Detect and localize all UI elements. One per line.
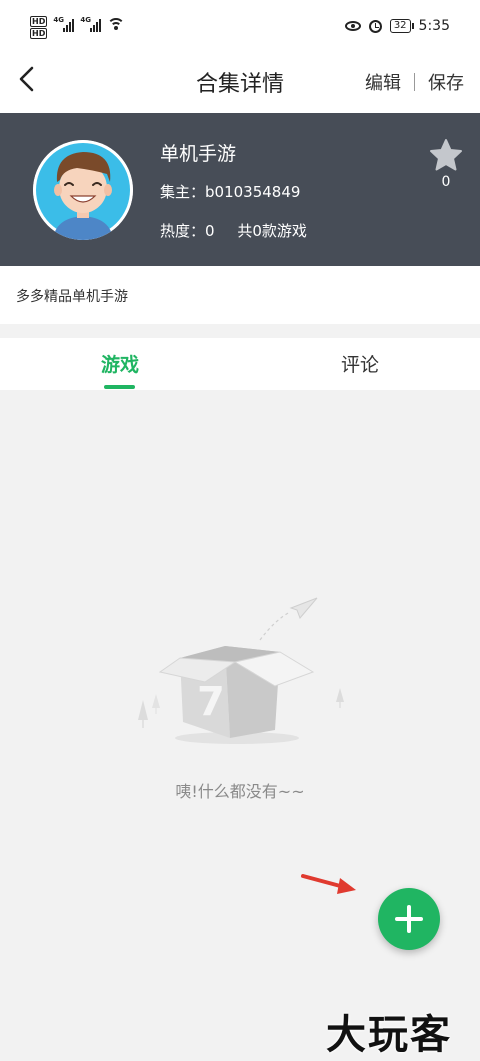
tab-bar: 游戏 评论: [0, 338, 480, 390]
hd-badge: HD: [30, 16, 48, 27]
collection-stats: 热度：0 共0款游戏: [160, 220, 307, 241]
collection-name: 单机手游: [160, 143, 237, 165]
heat-value: 热度：0: [160, 222, 215, 240]
svg-text:7: 7: [197, 679, 225, 725]
status-right: 32 5:35: [344, 18, 450, 34]
edit-button[interactable]: 编辑: [365, 69, 401, 95]
collection-header: 单机手游 集主：b010354849 热度：0 共0款游戏 0: [0, 113, 480, 266]
annotation-arrow-icon: [301, 874, 356, 894]
star-count: 0: [441, 174, 451, 190]
watermark: 大玩客: [326, 1012, 452, 1058]
status-bar: HD HD 4G 4G 32 5:35: [0, 0, 480, 56]
add-game-button[interactable]: [378, 888, 440, 950]
wifi-icon: [107, 18, 126, 32]
games-content: 7 咦!什么都没有~~ 大玩客: [0, 390, 480, 1061]
empty-box-illustration: 7: [138, 597, 344, 744]
tab-games[interactable]: 游戏: [0, 350, 240, 377]
tab-comments[interactable]: 评论: [240, 350, 480, 377]
avatar[interactable]: [33, 140, 133, 240]
divider: [414, 73, 415, 91]
empty-state-text: 咦!什么都没有~~: [175, 782, 305, 801]
battery-icon: 32: [389, 19, 414, 33]
alarm-icon: [368, 19, 382, 33]
games-count: 共0款游戏: [237, 222, 307, 240]
eye-icon: [344, 21, 361, 31]
nav-bar: 合集详情 编辑 保存: [0, 56, 480, 113]
clock: 5:35: [418, 18, 450, 34]
tab-active-indicator: [104, 385, 135, 389]
star-icon[interactable]: [429, 138, 463, 172]
nav-actions: 编辑 保存: [365, 69, 464, 95]
collection-owner: 集主：b010354849: [160, 183, 301, 201]
status-left: HD HD 4G 4G: [30, 16, 126, 39]
hd-badge: HD: [30, 28, 48, 39]
signal-icon: 4G: [53, 16, 75, 32]
save-button[interactable]: 保存: [428, 69, 464, 95]
signal-icon: 4G: [80, 16, 102, 32]
collection-description: 多多精品单机手游: [0, 266, 480, 324]
